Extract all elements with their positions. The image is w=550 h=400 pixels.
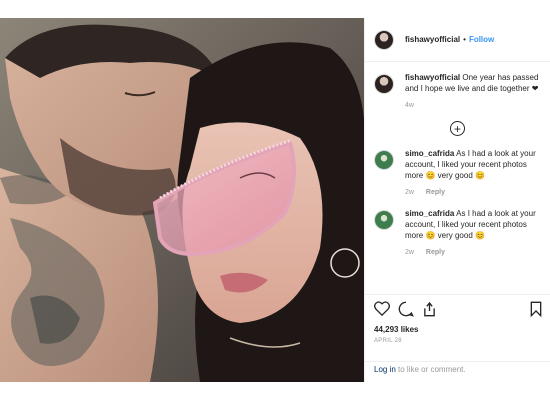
login-prompt: Log in to like or comment. <box>365 361 550 377</box>
instagram-post-window: fishawyofficial • Follow fishawyofficial… <box>0 0 550 400</box>
login-text: to like or comment. <box>395 365 466 374</box>
author-username[interactable]: fishawyofficial <box>405 35 460 44</box>
comment-meta: 2w Reply <box>405 187 541 198</box>
post-side-panel: fishawyofficial • Follow fishawyofficial… <box>364 18 550 382</box>
comment-body: simo_cafrida As I had a look at your acc… <box>405 148 541 198</box>
comments-list: fishawyofficial One year has passed and … <box>365 62 550 258</box>
post-photo[interactable] <box>0 18 364 382</box>
post-photo-image <box>0 18 364 382</box>
commenter-avatar[interactable] <box>374 150 394 170</box>
caption-meta: 4w <box>405 100 541 111</box>
caption-body: fishawyofficial One year has passed and … <box>405 72 541 111</box>
commenter-avatar[interactable] <box>374 210 394 230</box>
comment-row: simo_cafrida As I had a look at your acc… <box>374 148 541 198</box>
comment-time[interactable]: 2w <box>405 249 414 256</box>
comment-username[interactable]: simo_cafrida <box>405 209 454 218</box>
load-more-comments[interactable]: + <box>374 121 541 136</box>
plus-circle-icon[interactable]: + <box>450 121 465 136</box>
post-actions: 44,293 likes APRIL 28 <box>365 294 550 344</box>
author-avatar[interactable] <box>374 29 394 50</box>
caption-username[interactable]: fishawyofficial <box>405 73 460 82</box>
comment-meta: 2w Reply <box>405 247 541 258</box>
reply-button[interactable]: Reply <box>426 249 445 256</box>
heart-icon[interactable] <box>374 301 390 321</box>
post-date[interactable]: APRIL 28 <box>374 338 542 344</box>
action-icons <box>374 301 542 321</box>
comment-time[interactable]: 2w <box>405 189 414 196</box>
caption-time[interactable]: 4w <box>405 102 414 109</box>
share-icon[interactable] <box>422 301 437 322</box>
caption-row: fishawyofficial One year has passed and … <box>374 72 541 111</box>
header-separator: • <box>463 35 466 44</box>
comment-body: simo_cafrida As I had a look at your acc… <box>405 208 541 258</box>
bookmark-icon[interactable] <box>530 301 542 322</box>
reply-button[interactable]: Reply <box>426 189 445 196</box>
post-header: fishawyofficial • Follow <box>365 18 550 62</box>
author-avatar[interactable] <box>374 74 394 94</box>
comment-username[interactable]: simo_cafrida <box>405 149 454 158</box>
comment-row: simo_cafrida As I had a look at your acc… <box>374 208 541 258</box>
likes-count[interactable]: 44,293 likes <box>374 325 542 334</box>
comment-icon[interactable] <box>398 301 414 322</box>
login-link[interactable]: Log in <box>374 365 396 374</box>
follow-button[interactable]: Follow <box>469 35 494 44</box>
